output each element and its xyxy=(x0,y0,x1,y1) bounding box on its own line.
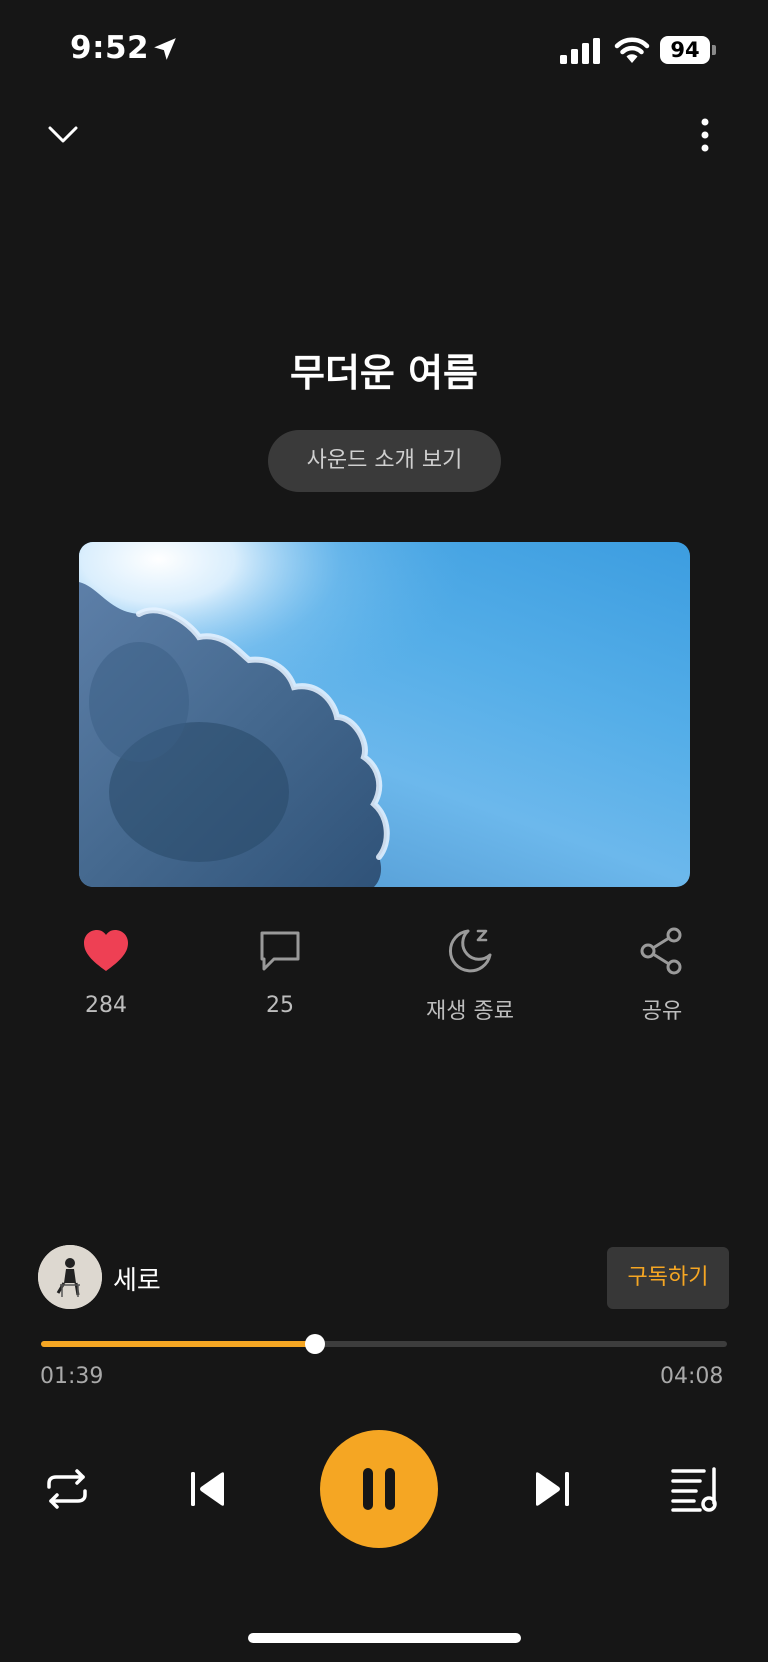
more-options-button[interactable] xyxy=(680,110,730,160)
home-indicator[interactable] xyxy=(248,1633,521,1643)
share-button[interactable]: 공유 xyxy=(592,925,732,1025)
pause-icon xyxy=(363,1468,395,1510)
play-pause-button[interactable] xyxy=(320,1430,438,1548)
repeat-icon xyxy=(47,1469,87,1509)
sky-clouds-image xyxy=(79,542,690,887)
like-button[interactable]: 284 xyxy=(36,925,176,1018)
artist-name[interactable]: 세로 xyxy=(113,1260,161,1297)
subscribe-button[interactable]: 구독하기 xyxy=(607,1247,729,1309)
status-time: 9:52 xyxy=(70,30,150,66)
like-count: 284 xyxy=(85,993,127,1018)
more-vertical-icon xyxy=(701,118,709,152)
progress-thumb[interactable] xyxy=(304,1334,325,1354)
share-icon xyxy=(640,927,682,975)
next-button[interactable] xyxy=(526,1464,578,1514)
playlist-button[interactable] xyxy=(668,1462,724,1516)
signal-icon xyxy=(560,38,600,64)
collapse-button[interactable] xyxy=(40,115,86,155)
previous-button[interactable] xyxy=(182,1464,234,1514)
chevron-down-icon xyxy=(48,126,78,143)
sleep-timer-label: 재생 종료 xyxy=(426,999,514,1024)
skip-next-icon xyxy=(536,1472,569,1506)
share-label: 공유 xyxy=(641,999,683,1024)
progress-bar[interactable] xyxy=(41,1334,727,1354)
comment-count: 25 xyxy=(266,993,294,1018)
album-artwork xyxy=(79,542,690,887)
sound-intro-button[interactable]: 사운드 소개 보기 xyxy=(268,430,501,492)
current-time: 01:39 xyxy=(40,1364,104,1389)
location-arrow-icon xyxy=(154,38,176,60)
battery-icon: 94 xyxy=(660,36,716,64)
sleep-timer-button[interactable]: 재생 종료 xyxy=(400,925,540,1025)
moon-sleep-icon xyxy=(448,929,492,973)
wifi-icon xyxy=(614,37,650,63)
heart-icon xyxy=(84,930,128,971)
repeat-button[interactable] xyxy=(40,1462,94,1516)
track-title: 무더운 여름 xyxy=(289,351,479,395)
artist-avatar[interactable] xyxy=(38,1245,102,1309)
person-sitting-image xyxy=(38,1245,102,1309)
skip-previous-icon xyxy=(191,1472,224,1506)
comment-icon xyxy=(260,931,300,971)
playlist-icon xyxy=(671,1467,717,1512)
battery-level: 94 xyxy=(670,38,700,62)
total-time: 04:08 xyxy=(660,1364,724,1389)
comment-button[interactable]: 25 xyxy=(210,925,350,1018)
progress-fill xyxy=(41,1341,315,1347)
player-screen: 9:52 94 무더운 여름 사운드 소개 보기 284 25 재생 종료 공유… xyxy=(0,0,768,1662)
